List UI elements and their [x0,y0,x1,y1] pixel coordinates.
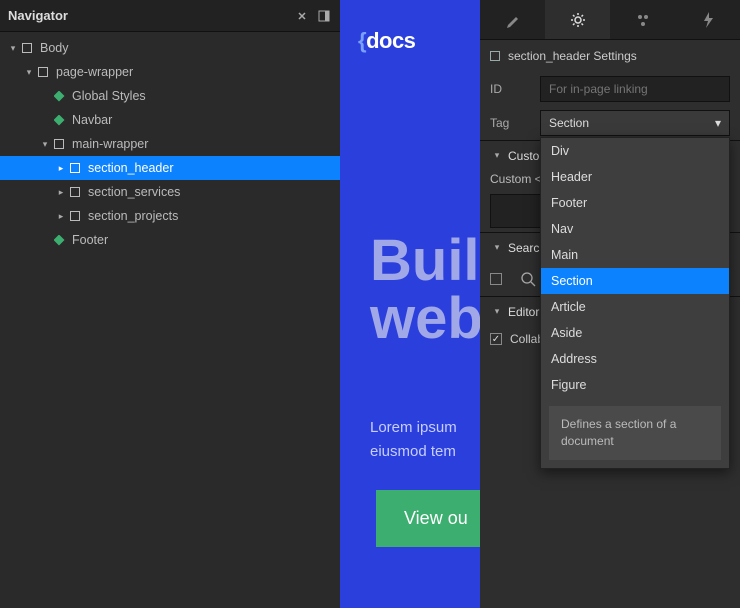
dropdown-option-article[interactable]: Article [541,294,729,320]
chevron-down-icon[interactable]: ▾ [6,41,20,55]
chevron-down-icon: ▾ [490,149,504,163]
navigator-title: Navigator [8,8,288,23]
div-block-icon [20,41,34,55]
chevron-right-icon[interactable]: ▸ [54,185,68,199]
tree-row-label: main-wrapper [72,137,148,151]
tree-row-label: Body [40,41,69,55]
spacer [38,89,52,103]
dropdown-option-div[interactable]: Div [541,138,729,164]
dropdown-option-nav[interactable]: Nav [541,216,729,242]
tag-select-value: Section [549,116,589,130]
hero-lorem: Lorem ipsumeiusmod tem [370,416,457,464]
tree-row-section-projects[interactable]: ▸ section_projects [0,204,340,228]
dropdown-option-aside[interactable]: Aside [541,320,729,346]
tag-dropdown[interactable]: DivHeaderFooterNavMainSectionArticleAsid… [540,137,730,469]
cta-button[interactable]: View ou [376,490,480,547]
tree-row-body[interactable]: ▾ Body [0,36,340,60]
tree-row-label: Global Styles [72,89,146,103]
dropdown-option-figure[interactable]: Figure [541,372,729,398]
hero-heading: Builweb [370,232,480,348]
tag-row: Tag Section ▾ [480,106,740,140]
spacer [38,233,52,247]
tree-row-label: page-wrapper [56,65,133,79]
id-row: ID [480,72,740,106]
id-label: ID [490,82,540,96]
tree-row-section-header[interactable]: ▸ section_header [0,156,340,180]
symbol-icon [52,233,66,247]
canvas-preview: {docs Builweb Lorem ipsumeiusmod tem Vie… [340,0,480,608]
symbol-icon [52,113,66,127]
chevron-down-icon[interactable]: ▾ [22,65,36,79]
dropdown-option-header[interactable]: Header [541,164,729,190]
tag-select[interactable]: Section ▾ [540,110,730,136]
div-block-icon [68,209,82,223]
tree-row-label: section_header [88,161,173,175]
dropdown-option-main[interactable]: Main [541,242,729,268]
chevron-right-icon[interactable]: ▸ [54,161,68,175]
collaborate-label: Collab [510,332,544,346]
symbol-icon [52,89,66,103]
dropdown-tooltip: Defines a section of a document [549,406,721,460]
settings-title-row: section_header Settings [480,40,740,72]
chevron-down-icon: ▾ [715,116,721,130]
settings-tabbar [480,0,740,40]
tree-row-main-wrapper[interactable]: ▾ main-wrapper [0,132,340,156]
navigator-panel: Navigator ▾ Body ▾ page-wrapper Global Style… [0,0,340,608]
tab-interactions[interactable] [610,0,675,39]
search-checkbox[interactable] [490,273,502,285]
pin-icon[interactable] [316,8,332,24]
div-block-icon [68,161,82,175]
tree-row-label: section_services [88,185,180,199]
settings-title: section_header Settings [508,49,637,63]
div-block-icon [68,185,82,199]
site-logo: {docs [358,28,415,54]
div-block-icon [52,137,66,151]
dropdown-option-section[interactable]: Section [541,268,729,294]
tree-row-footer[interactable]: Footer [0,228,340,252]
div-block-icon [36,65,50,79]
chevron-down-icon: ▾ [490,305,504,319]
tree-row-navbar[interactable]: Navbar [0,108,340,132]
tag-label: Tag [490,116,540,130]
chevron-down-icon: ▾ [490,241,504,255]
chevron-right-icon[interactable]: ▸ [54,209,68,223]
tree-row-label: Navbar [72,113,112,127]
globe-search-icon [518,269,538,289]
tree-row-global-styles[interactable]: Global Styles [0,84,340,108]
tree-row-section-services[interactable]: ▸ section_services [0,180,340,204]
spacer [38,113,52,127]
element-icon [490,51,500,61]
id-input[interactable] [540,76,730,102]
collaborate-checkbox[interactable] [490,333,502,345]
collapse-icon[interactable] [294,8,310,24]
tab-settings[interactable] [545,0,610,39]
navigator-header: Navigator [0,0,340,32]
tree-row-label: Footer [72,233,108,247]
dropdown-option-footer[interactable]: Footer [541,190,729,216]
tab-effects[interactable] [675,0,740,39]
tree-row-page-wrapper[interactable]: ▾ page-wrapper [0,60,340,84]
dropdown-option-address[interactable]: Address [541,346,729,372]
chevron-down-icon[interactable]: ▾ [38,137,52,151]
settings-panel: section_header Settings ID Tag Section ▾… [480,0,740,608]
navigator-tree: ▾ Body ▾ page-wrapper Global Styles Navbar ▾ ma… [0,32,340,608]
tree-row-label: section_projects [88,209,178,223]
tab-style[interactable] [480,0,545,39]
